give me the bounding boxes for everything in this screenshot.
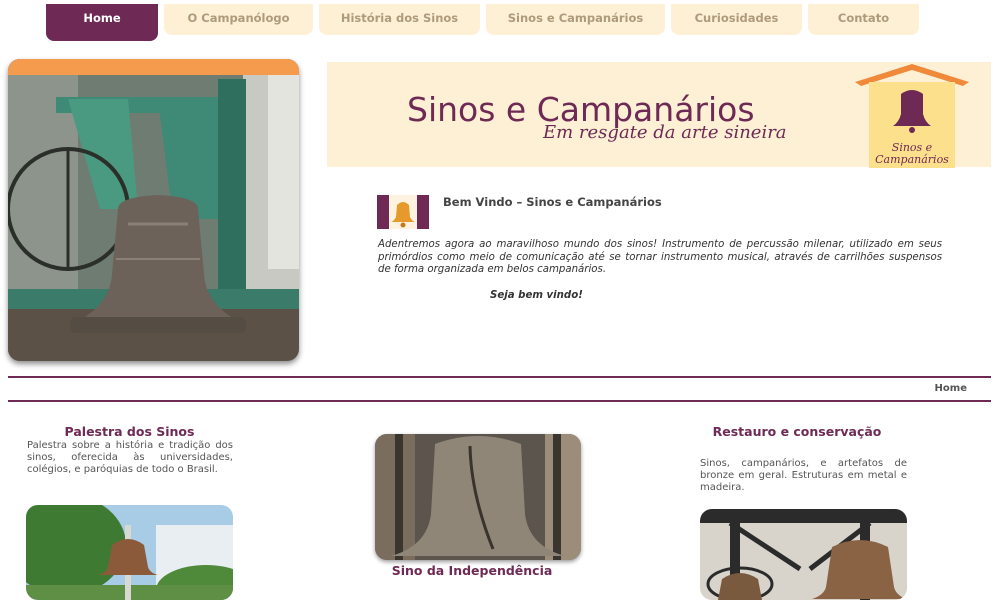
divider-bottom	[8, 400, 991, 402]
palestra-photo[interactable]	[26, 505, 233, 600]
site-logo[interactable]: Sinos e Campanários	[855, 64, 969, 168]
hero-accent-bar	[8, 59, 299, 75]
hero-bell-photo	[8, 59, 299, 361]
nav-o-campanologo[interactable]: O Campanólogo	[164, 4, 313, 35]
nav-sinos-e-campanarios[interactable]: Sinos e Campanários	[486, 4, 665, 35]
sino-independencia-photo[interactable]	[375, 434, 581, 560]
nav-contato[interactable]: Contato	[808, 4, 919, 35]
sino-independencia-title[interactable]: Sino da Independência	[375, 563, 569, 578]
site-banner: Sinos e Campanários Em resgate da arte s…	[327, 62, 991, 168]
logo-text-line2: Campanários	[875, 153, 949, 166]
palestra-title[interactable]: Palestra dos Sinos	[26, 424, 233, 439]
nav-historia-dos-sinos[interactable]: História dos Sinos	[319, 4, 480, 35]
restauro-text: Sinos, campanários, e artefatos de bronz…	[700, 458, 907, 493]
palestra-text: Palestra sobre a história e tradição dos…	[27, 440, 233, 475]
welcome-title: Bem Vindo – Sinos e Campanários	[443, 195, 662, 209]
nav-home[interactable]: Home	[46, 4, 158, 41]
welcome-bell-icon	[377, 195, 429, 229]
divider-top	[8, 376, 991, 378]
welcome-greeting: Seja bem vindo!	[490, 290, 583, 301]
site-subtitle: Em resgate da arte sineira	[543, 122, 787, 143]
restauro-photo[interactable]	[700, 509, 907, 600]
nav-curiosidades[interactable]: Curiosidades	[671, 4, 802, 35]
restauro-title[interactable]: Restauro e conservação	[700, 424, 894, 440]
welcome-text: Adentremos agora ao maravilhoso mundo do…	[378, 239, 942, 276]
breadcrumb-home[interactable]: Home	[935, 383, 967, 394]
